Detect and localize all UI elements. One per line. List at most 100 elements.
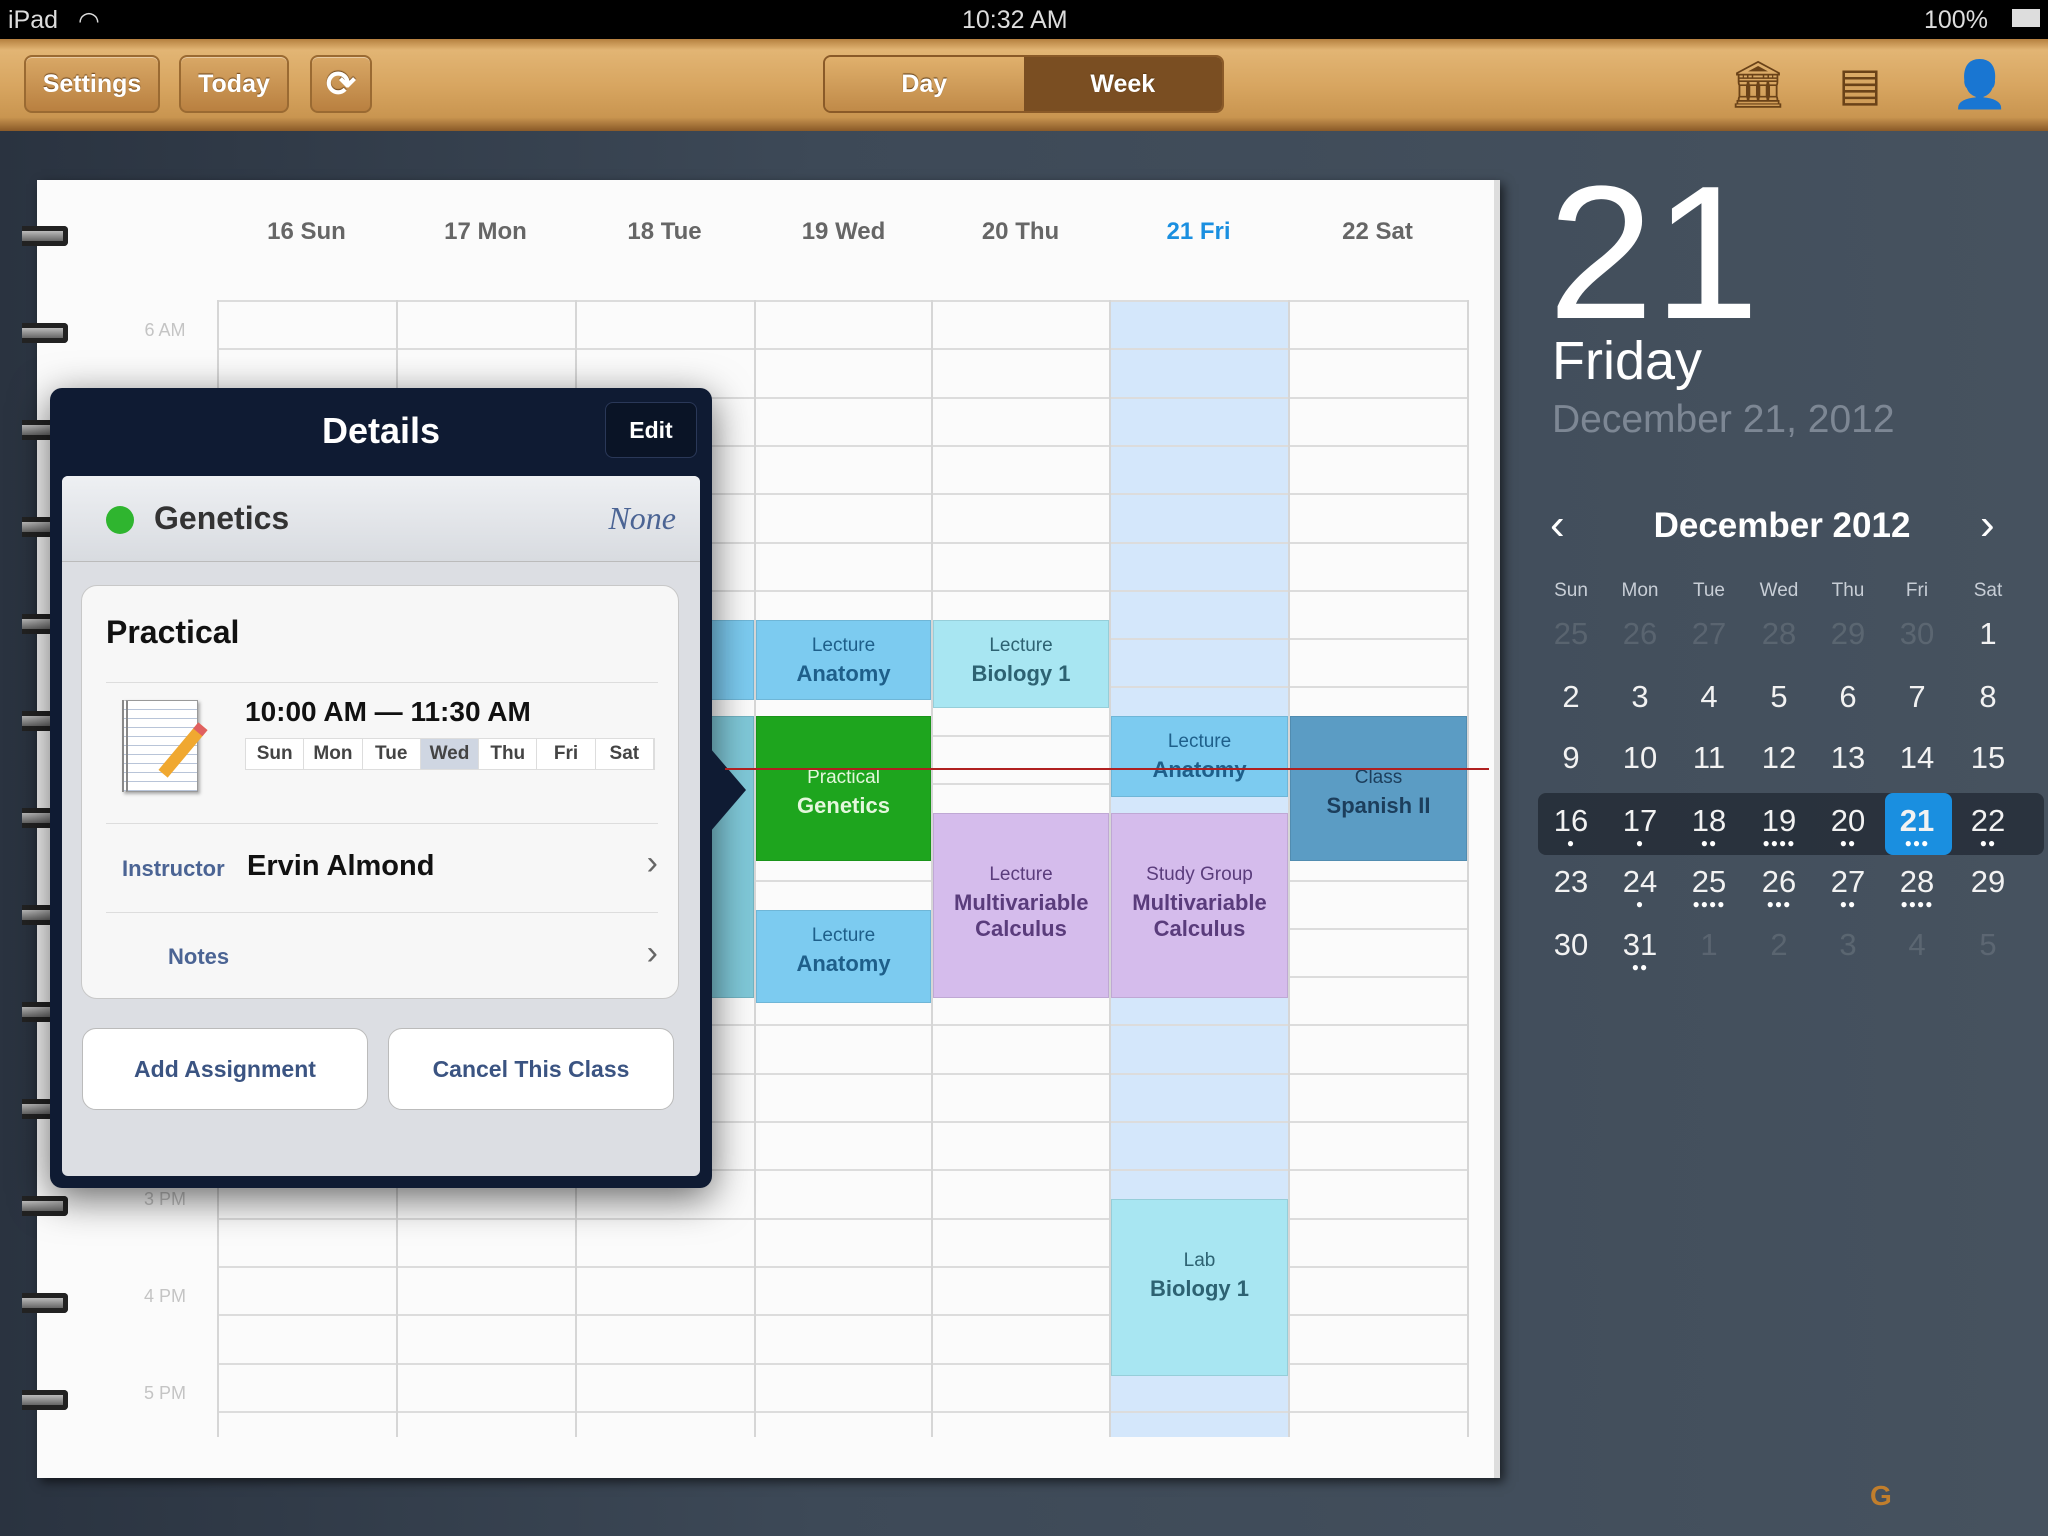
tab-day[interactable]: Day [825,57,1024,111]
notebook-icon[interactable]: ▤ [1830,57,1890,111]
settings-button[interactable]: Settings [24,55,160,113]
calendar-day[interactable]: 1 [1674,927,1744,963]
calendar-day[interactable]: 15 [1953,740,2023,776]
calendar-day[interactable]: 5 [1744,679,1814,715]
calendar-day[interactable]: 3 [1813,927,1883,963]
notes-row[interactable]: Notes [168,944,229,970]
event-block[interactable]: Study Group Multivariable Calculus [1111,813,1288,999]
weekday-option[interactable]: Mon [304,739,363,769]
calendar-day[interactable]: 25 [1536,616,1606,652]
weekday-option[interactable]: Fri [537,739,596,769]
weekday-option[interactable]: Tue [363,739,421,769]
day-number: 26 [1761,864,1797,899]
clock: 10:32 AM [962,6,1068,34]
next-month-button[interactable]: › [1980,500,1995,550]
calendar-day[interactable]: 21 ●●● [1882,803,1952,849]
event-block[interactable]: Lecture Anatomy [756,909,931,1003]
calendar-day[interactable]: 26 ●●● [1744,864,1814,910]
weekday-option[interactable]: Wed [420,739,480,769]
calendar-day[interactable]: 14 [1882,740,1952,776]
calendar-day[interactable]: 12 [1744,740,1814,776]
calendar-day[interactable]: 27 [1674,616,1744,652]
instructor-name[interactable]: Ervin Almond [247,850,434,883]
calendar-day[interactable]: 28 [1744,616,1814,652]
calendar-day[interactable]: 29 [1953,864,2023,900]
calendar-day[interactable]: 17 ● [1605,803,1675,849]
calendar-day[interactable]: 20 ●● [1813,803,1883,849]
building-icon[interactable]: 🏛 [1728,57,1788,111]
event-block[interactable]: Lab Biology 1 [1111,1199,1288,1377]
tab-week[interactable]: Week [1023,57,1222,111]
calendar-day[interactable]: 10 [1605,740,1675,776]
course-header[interactable]: Genetics None [62,476,700,562]
day-number: 26 [1622,616,1658,651]
calendar-day[interactable]: 4 [1882,927,1952,963]
calendar-day[interactable]: 9 [1536,740,1606,776]
weekday-option[interactable]: Thu [479,739,538,769]
person-icon[interactable]: 👤 [1950,57,2010,111]
day-number: 1 [1700,927,1718,962]
chevron-right-icon[interactable]: › [647,934,658,973]
day-header[interactable]: 21 Fri [1109,218,1288,246]
calendar-day[interactable]: 13 [1813,740,1883,776]
grid-line [217,300,1467,302]
day-header[interactable]: 20 Thu [931,218,1110,246]
calendar-day[interactable]: 19 ●●●● [1744,803,1814,849]
calendar-day[interactable]: 11 [1674,740,1744,776]
calendar-day[interactable]: 28 ●●●● [1882,864,1952,910]
calendar-day[interactable]: 24 ● [1605,864,1675,910]
refresh-button[interactable]: ⟳ [310,55,372,113]
day-header[interactable]: 19 Wed [754,218,933,246]
day-number: 18 [1691,803,1727,838]
calendar-day[interactable]: 29 [1813,616,1883,652]
chevron-right-icon[interactable]: › [647,844,658,883]
edit-button[interactable]: Edit [605,402,697,458]
calendar-day[interactable]: 23 [1536,864,1606,900]
today-button[interactable]: Today [179,55,289,113]
calendar-day[interactable]: 7 [1882,679,1952,715]
day-header[interactable]: 17 Mon [396,218,575,246]
calendar-day[interactable]: 30 [1882,616,1952,652]
calendar-day[interactable]: 3 [1605,679,1675,715]
cancel-class-button[interactable]: Cancel This Class [388,1028,674,1110]
battery-level: 100% [1924,6,1988,34]
class-type: Practical [106,614,240,650]
calendar-day[interactable]: 27 ●● [1813,864,1883,910]
class-time: 10:00 AM — 11:30 AM [245,696,531,727]
calendar-day[interactable]: 26 [1605,616,1675,652]
calendar-day[interactable]: 25 ●●●● [1674,864,1744,910]
day-header[interactable]: 22 Sat [1288,218,1467,246]
prev-month-button[interactable]: ‹ [1550,500,1565,550]
grade-value[interactable]: None [608,500,676,537]
calendar-day[interactable]: 1 [1953,616,2023,652]
calendar-day[interactable]: 5 [1953,927,2023,963]
day-header[interactable]: 16 Sun [217,218,396,246]
calendar-day[interactable]: 30 [1536,927,1606,963]
event-block[interactable]: Lecture Biology 1 [933,619,1109,709]
event-block[interactable]: Lecture Multivariable Calculus [933,813,1109,999]
calendar-day[interactable]: 4 [1674,679,1744,715]
add-assignment-button[interactable]: Add Assignment [82,1028,368,1110]
calendar-day[interactable]: 31 ●● [1605,927,1675,973]
calendar-day[interactable]: 2 [1536,679,1606,715]
event-type: Lecture [811,634,876,656]
toolbar: Settings Today ⟳ Day Week 🏛 ▤ 👤 [0,39,2048,131]
calendar-day[interactable]: 6 [1813,679,1883,715]
day-number: 14 [1899,740,1935,775]
day-number: 17 [1622,803,1658,838]
day-number: 5 [1770,679,1788,714]
event-block[interactable]: Lecture Anatomy [756,619,931,701]
weekday-option[interactable]: Sat [596,739,654,769]
calendar-day[interactable]: 2 [1744,927,1814,963]
event-block[interactable]: Practical Genetics [756,716,931,862]
calendar-day[interactable]: 8 [1953,679,2023,715]
day-header[interactable]: 18 Tue [575,218,754,246]
calendar-day[interactable]: 18 ●● [1674,803,1744,849]
calendar-day[interactable]: 22 ●● [1953,803,2023,849]
day-number: 8 [1979,679,1997,714]
day-number: 3 [1631,679,1649,714]
event-block[interactable]: Class Spanish II [1290,716,1467,862]
weekday-option[interactable]: Sun [246,739,305,769]
event-block[interactable]: Lecture Anatomy [1111,716,1288,797]
calendar-day[interactable]: 16 ● [1536,803,1606,849]
